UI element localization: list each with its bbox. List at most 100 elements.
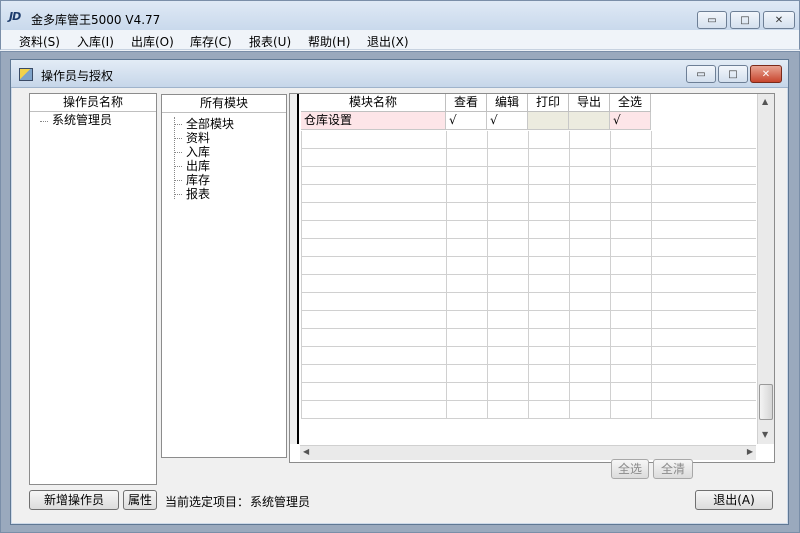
tree-connector xyxy=(174,194,182,195)
grid-divider xyxy=(487,131,488,149)
grid-divider xyxy=(301,383,302,401)
grid-divider xyxy=(651,329,652,347)
grid-divider xyxy=(528,149,529,167)
maximize-button[interactable]: □ xyxy=(730,11,760,29)
child-close-button[interactable]: ✕ xyxy=(750,65,782,83)
grid-divider xyxy=(446,383,447,401)
menu-data[interactable]: 资料(S) xyxy=(19,33,60,50)
permission-grid[interactable]: 模块名称 查看 编辑 打印 导出 全选 仓库设置 √ √ √ ▲ ▼ ◀ ▶ xyxy=(289,93,775,463)
grid-divider xyxy=(487,203,488,221)
grid-divider xyxy=(651,221,652,239)
grid-divider xyxy=(301,185,302,203)
grid-divider xyxy=(446,401,447,419)
grid-divider xyxy=(651,275,652,293)
grid-col-export[interactable]: 导出 xyxy=(569,94,610,112)
grid-divider xyxy=(610,221,611,239)
scroll-left-icon[interactable]: ◀ xyxy=(303,447,309,456)
menubar: 资料(S) 入库(I) 出库(O) 库存(C) 报表(U) 帮助(H) 退出(X… xyxy=(0,30,800,50)
child-titlebar: 操作员与授权 ▭ □ ✕ xyxy=(11,60,788,88)
current-selection-value: 系统管理员 xyxy=(250,495,311,509)
grid-divider xyxy=(610,167,611,185)
module-item-all[interactable]: 全部模块 xyxy=(186,118,234,131)
grid-divider xyxy=(487,275,488,293)
properties-button[interactable]: 属性 xyxy=(123,490,157,510)
grid-divider xyxy=(487,257,488,275)
menu-stock-out[interactable]: 出库(O) xyxy=(131,33,174,50)
module-item-inventory[interactable]: 库存 xyxy=(186,174,210,187)
grid-col-print[interactable]: 打印 xyxy=(528,94,569,112)
grid-divider xyxy=(487,329,488,347)
menu-reports[interactable]: 报表(U) xyxy=(249,33,291,50)
grid-divider xyxy=(610,185,611,203)
grid-divider xyxy=(569,365,570,383)
grid-divider xyxy=(610,383,611,401)
mdi-workspace: 操作员与授权 ▭ □ ✕ 操作员名称 系统管理员 所有模块 全部模块 资料 入库… xyxy=(0,51,800,533)
grid-col-view[interactable]: 查看 xyxy=(446,94,487,112)
grid-divider xyxy=(610,149,611,167)
operator-list[interactable]: 操作员名称 系统管理员 xyxy=(29,93,157,485)
grid-divider xyxy=(487,365,488,383)
close-icon: ✕ xyxy=(761,68,771,80)
grid-divider xyxy=(651,365,652,383)
grid-divider xyxy=(487,239,488,257)
grid-divider xyxy=(301,131,302,149)
grid-divider xyxy=(446,365,447,383)
tree-connector xyxy=(174,124,182,125)
scroll-up-icon[interactable]: ▲ xyxy=(762,97,768,106)
vertical-scrollbar[interactable]: ▲ ▼ xyxy=(757,94,774,444)
grid-divider xyxy=(528,275,529,293)
grid-divider xyxy=(446,149,447,167)
grid-divider xyxy=(301,311,302,329)
grid-cell-select-all[interactable]: √ xyxy=(610,112,651,130)
grid-cell-edit[interactable]: √ xyxy=(487,112,528,130)
menu-stock-in[interactable]: 入库(I) xyxy=(77,33,114,50)
menu-inventory[interactable]: 库存(C) xyxy=(190,33,232,50)
operator-item[interactable]: 系统管理员 xyxy=(52,114,112,127)
child-minimize-button[interactable]: ▭ xyxy=(686,65,716,83)
grid-divider xyxy=(301,167,302,185)
module-tree[interactable]: 所有模块 全部模块 资料 入库 出库 库存 报表 xyxy=(161,94,287,458)
minimize-icon: ▭ xyxy=(696,68,706,80)
grid-col-edit[interactable]: 编辑 xyxy=(487,94,528,112)
exit-button[interactable]: 退出(A) xyxy=(695,490,773,510)
grid-divider xyxy=(651,185,652,203)
horizontal-scrollbar[interactable]: ◀ ▶ xyxy=(300,445,756,460)
menu-exit[interactable]: 退出(X) xyxy=(367,33,409,50)
scroll-down-icon[interactable]: ▼ xyxy=(762,430,768,439)
child-maximize-button[interactable]: □ xyxy=(718,65,748,83)
close-icon: ✕ xyxy=(774,14,784,26)
grid-divider xyxy=(610,293,611,311)
grid-divider xyxy=(651,149,652,167)
grid-divider xyxy=(651,347,652,365)
grid-divider xyxy=(569,131,570,149)
grid-divider xyxy=(569,275,570,293)
grid-cell-print[interactable] xyxy=(528,112,569,130)
grid-divider xyxy=(446,347,447,365)
module-item-stock-in[interactable]: 入库 xyxy=(186,146,210,159)
minimize-button[interactable]: ▭ xyxy=(697,11,727,29)
grid-divider xyxy=(569,311,570,329)
add-operator-button[interactable]: 新增操作员 xyxy=(29,490,119,510)
grid-divider xyxy=(446,221,447,239)
grid-cell-view[interactable]: √ xyxy=(446,112,487,130)
grid-cell-module-name[interactable]: 仓库设置 xyxy=(301,112,446,130)
scroll-thumb[interactable] xyxy=(759,384,773,420)
module-item-data[interactable]: 资料 xyxy=(186,132,210,145)
close-button[interactable]: ✕ xyxy=(763,11,795,29)
module-item-stock-out[interactable]: 出库 xyxy=(186,160,210,173)
module-item-reports[interactable]: 报表 xyxy=(186,188,210,201)
grid-divider xyxy=(446,293,447,311)
grid-divider xyxy=(446,311,447,329)
child-title: 操作员与授权 xyxy=(41,69,114,83)
grid-col-module[interactable]: 模块名称 xyxy=(301,94,446,112)
current-selection-label: 当前选定项目： xyxy=(165,495,250,509)
grid-divider xyxy=(569,221,570,239)
grid-divider xyxy=(651,239,652,257)
clear-all-button[interactable]: 全清 xyxy=(653,459,693,479)
scroll-right-icon[interactable]: ▶ xyxy=(747,447,753,456)
menu-help[interactable]: 帮助(H) xyxy=(308,33,350,50)
select-all-button[interactable]: 全选 xyxy=(611,459,649,479)
grid-divider xyxy=(651,203,652,221)
grid-cell-export[interactable] xyxy=(569,112,610,130)
grid-col-select-all[interactable]: 全选 xyxy=(610,94,651,112)
